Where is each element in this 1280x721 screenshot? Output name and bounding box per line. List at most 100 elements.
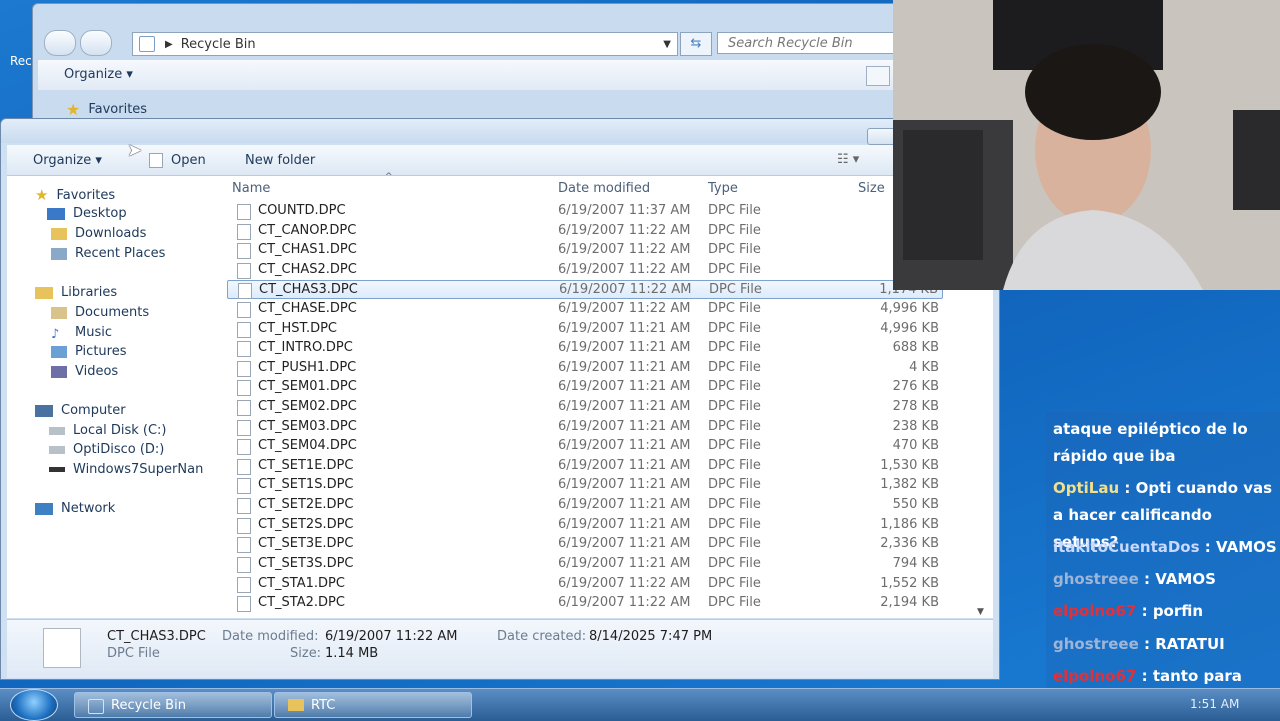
- nav-desktop[interactable]: Desktop: [47, 206, 127, 221]
- organize-button[interactable]: Organize ▾: [33, 153, 102, 168]
- file-name: CT_SEM02.DPC: [258, 399, 357, 414]
- column-header-size[interactable]: Size: [858, 181, 885, 196]
- explorer-window[interactable]: Organize ▾ Open New folder ☷ ▾ ★ Favorite…: [0, 118, 1000, 680]
- file-row[interactable]: CT_STA1.DPC 6/19/2007 11:22 AM DPC File 1,5…: [227, 575, 943, 594]
- address-bar[interactable]: ▶ Recycle Bin ▼: [132, 32, 678, 56]
- file-row[interactable]: CT_SET2S.DPC 6/19/2007 11:21 AM DPC File 1,…: [227, 516, 943, 535]
- file-size: 276 KB: [892, 379, 939, 394]
- chat-username[interactable]: elpolno67: [1053, 667, 1136, 685]
- title-bar[interactable]: [1, 119, 999, 143]
- document-icon: [149, 153, 163, 168]
- file-date-modified: 6/19/2007 11:21 AM: [558, 556, 691, 571]
- file-size: 2,336 KB: [880, 536, 939, 551]
- file-type: DPC File: [708, 536, 761, 551]
- file-row[interactable]: CT_SEM04.DPC 6/19/2007 11:21 AM DPC File 47…: [227, 437, 943, 456]
- chat-message: ghostreee : VAMOS: [1053, 566, 1277, 593]
- file-date-modified: 6/19/2007 11:22 AM: [559, 282, 692, 297]
- file-row[interactable]: CT_CANOP.DPC6/19/2007 11:22 AMDPC File4: [227, 222, 943, 241]
- file-icon: [237, 341, 251, 357]
- file-row[interactable]: CT_SET1E.DPC 6/19/2007 11:21 AM DPC File 1,…: [227, 457, 943, 476]
- file-type: DPC File: [708, 321, 761, 336]
- file-row[interactable]: COUNTD.DPC 6/19/2007 11:37 AM DPC File: [227, 202, 943, 221]
- documents-icon: [51, 306, 67, 319]
- file-row[interactable]: CT_CHAS2.DPC 6/19/2007 11:22 AM DPC File: [227, 261, 943, 280]
- chat-separator: :: [1138, 635, 1156, 653]
- nav-pictures[interactable]: Pictures: [51, 344, 126, 359]
- file-date-modified: 6/19/2007 11:22 AM: [558, 301, 691, 316]
- file-row[interactable]: CT_SEM03.DPC 6/19/2007 11:21 AM DPC File 23…: [227, 418, 943, 437]
- file-type: DPC File: [708, 458, 761, 473]
- refresh-icon[interactable]: ⇆: [680, 32, 712, 56]
- chevron-down-icon[interactable]: ▼: [663, 39, 671, 50]
- file-icon: [237, 322, 251, 338]
- views-icon[interactable]: [866, 66, 890, 86]
- file-row[interactable]: CT_CHAS1.DPC 6/19/2007 11:22 AM DPC File: [227, 241, 943, 260]
- nav-downloads[interactable]: Downloads: [51, 226, 146, 241]
- file-name: CT_SET1S.DPC: [258, 477, 354, 492]
- column-header-date[interactable]: Date modified: [558, 181, 650, 196]
- file-row[interactable]: CT_SEM01.DPC 6/19/2007 11:21 AM DPC File 27…: [227, 378, 943, 397]
- nav-recent-places[interactable]: Recent Places: [51, 246, 165, 261]
- chat-username[interactable]: ghostreee: [1053, 635, 1139, 653]
- file-row[interactable]: CT_INTRO.DPC 6/19/2007 11:21 AM DPC File 68…: [227, 339, 943, 358]
- column-header-type[interactable]: Type: [708, 181, 738, 196]
- file-type: DPC File: [708, 340, 761, 355]
- nav-windows7-drive[interactable]: Windows7SuperNan: [49, 462, 203, 477]
- file-size: 4,996 KB: [880, 301, 939, 316]
- file-row[interactable]: CT_STA2.DPC 6/19/2007 11:22 AM DPC File 2,1…: [227, 594, 943, 613]
- drive-icon: [49, 445, 65, 454]
- webcam-image: [893, 0, 1280, 290]
- forward-button[interactable]: [80, 30, 112, 56]
- star-icon: ★: [66, 100, 81, 119]
- taskbar-clock[interactable]: 1:51 AM: [1190, 697, 1239, 711]
- file-icon: [237, 478, 251, 494]
- file-icon: [237, 420, 251, 436]
- back-button[interactable]: [44, 30, 76, 56]
- file-row[interactable]: CT_HST.DPC 6/19/2007 11:21 AM DPC File 4,99…: [227, 320, 943, 339]
- scroll-down-icon[interactable]: ▼: [977, 607, 984, 617]
- chat-username[interactable]: OptiLau: [1053, 479, 1119, 497]
- nav-libraries[interactable]: Libraries: [35, 285, 117, 300]
- new-folder-button[interactable]: New folder: [245, 153, 315, 168]
- nav-local-disk[interactable]: Local Disk (C:): [49, 423, 166, 438]
- file-row[interactable]: CT_CHASE.DPC 6/19/2007 11:22 AM DPC File 4,…: [227, 300, 943, 319]
- file-date-modified: 6/19/2007 11:22 AM: [558, 242, 691, 257]
- nav-documents[interactable]: Documents: [51, 305, 149, 320]
- nav-network[interactable]: Network: [35, 501, 115, 516]
- file-row[interactable]: CT_CHAS3.DPC6/19/2007 11:22 AMDPC File1,…: [227, 280, 943, 299]
- start-button[interactable]: [10, 689, 58, 721]
- nav-favorites[interactable]: ★ Favorites: [35, 186, 115, 204]
- column-header-name[interactable]: Name: [232, 181, 270, 196]
- file-date-modified: 6/19/2007 11:21 AM: [558, 477, 691, 492]
- file-row[interactable]: CT_SET1S.DPC 6/19/2007 11:21 AM DPC File 1,…: [227, 476, 943, 495]
- desktop-icon-label[interactable]: Rec: [10, 54, 32, 68]
- nav-videos[interactable]: Videos: [51, 364, 118, 379]
- file-type: DPC File: [709, 282, 762, 297]
- search-input[interactable]: Search Recycle Bin: [717, 32, 897, 54]
- file-row[interactable]: CT_SET3E.DPC 6/19/2007 11:21 AM DPC File 2,…: [227, 535, 943, 554]
- nav-computer[interactable]: Computer: [35, 403, 126, 418]
- file-row[interactable]: CT_PUSH1.DPC 6/19/2007 11:21 AM DPC File 4 …: [227, 359, 943, 378]
- chat-username[interactable]: ghostreee: [1053, 570, 1139, 588]
- back-organize-button[interactable]: Organize ▾: [64, 67, 133, 82]
- file-type: DPC File: [708, 301, 761, 316]
- open-button[interactable]: Open: [149, 153, 206, 168]
- chat-username[interactable]: elpolno67: [1053, 602, 1136, 620]
- chat-username[interactable]: itakitoCuentaDos: [1053, 538, 1200, 556]
- file-row[interactable]: CT_SET3S.DPC 6/19/2007 11:21 AM DPC File 79…: [227, 555, 943, 574]
- file-size: 1,530 KB: [880, 458, 939, 473]
- view-options-icon[interactable]: ☷ ▾: [837, 152, 859, 167]
- file-type: DPC File: [708, 517, 761, 532]
- file-row[interactable]: CT_SET2E.DPC 6/19/2007 11:21 AM DPC File 55…: [227, 496, 943, 515]
- file-icon: [237, 361, 251, 377]
- nav-optidisco[interactable]: OptiDisco (D:): [49, 442, 164, 457]
- stream-chat: ataque epiléptico de lo rápido que iba Op…: [1046, 412, 1280, 720]
- nav-music[interactable]: ♪ Music: [51, 325, 112, 342]
- chat-separator: :: [1199, 538, 1216, 556]
- file-date-modified: 6/19/2007 11:22 AM: [558, 262, 691, 277]
- file-row[interactable]: CT_SEM02.DPC 6/19/2007 11:21 AM DPC File 27…: [227, 398, 943, 417]
- usb-drive-icon: [49, 467, 65, 472]
- details-size-label: Size:: [290, 646, 322, 661]
- back-favorites[interactable]: ★ Favorites: [66, 100, 147, 119]
- mouse-cursor-icon: ➤: [127, 140, 143, 161]
